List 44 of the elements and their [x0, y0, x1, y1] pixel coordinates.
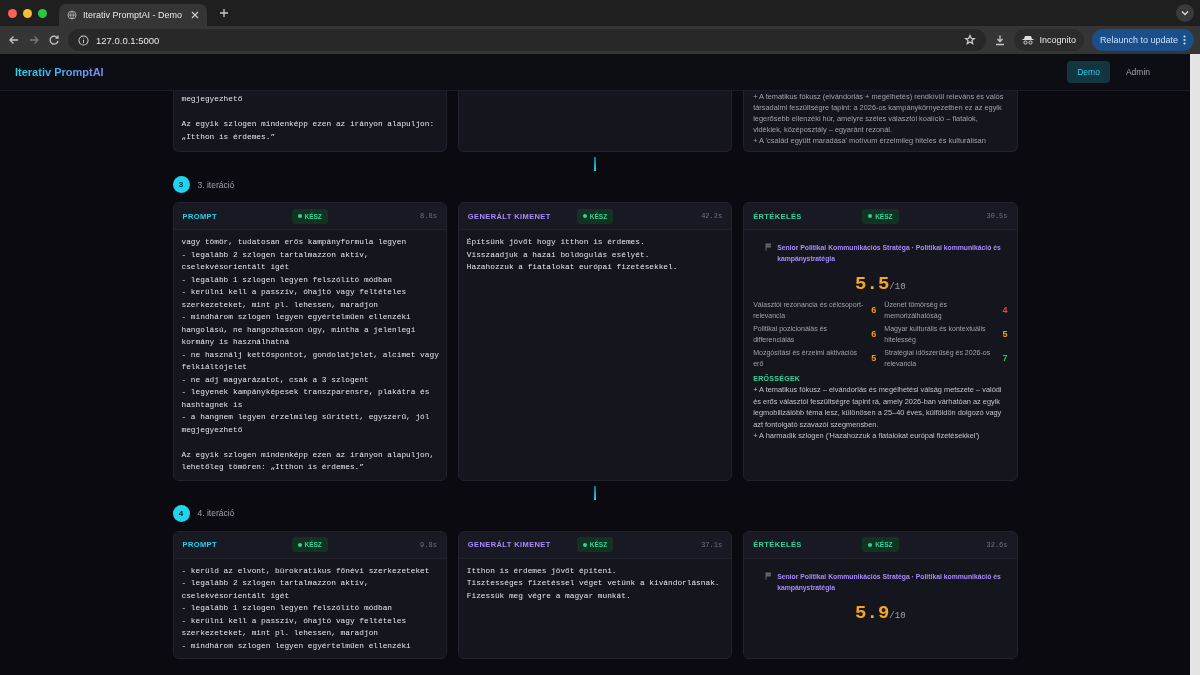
new-tab-icon[interactable]	[219, 8, 229, 18]
criterion-score: 7	[1002, 353, 1008, 364]
back-icon[interactable]	[8, 34, 20, 46]
flag-icon	[765, 571, 774, 580]
minimize-dot[interactable]	[23, 8, 32, 18]
browser-tab[interactable]: Iterativ PromptAI - Demo	[59, 4, 207, 26]
criterion-score: 5	[871, 353, 877, 364]
tab-title: Iterativ PromptAI - Demo	[83, 10, 184, 20]
close-icon[interactable]	[191, 11, 199, 19]
score-value: 5.9	[855, 601, 890, 624]
globe-icon	[67, 10, 77, 20]
score-max: /10	[889, 610, 906, 621]
more-icon	[1183, 35, 1186, 45]
criterion-score: 4	[1002, 305, 1008, 316]
url-text: 127.0.0.1:5000	[96, 34, 161, 46]
connector-line	[594, 157, 596, 171]
forward-icon[interactable]	[28, 34, 40, 46]
flag-icon	[765, 243, 774, 251]
connector-line	[594, 485, 596, 500]
tab-search-button[interactable]	[1176, 4, 1194, 22]
criterion-score: 6	[871, 305, 877, 316]
nav-link[interactable]: Demo	[1067, 61, 1110, 83]
download-icon[interactable]	[994, 34, 1007, 46]
star-icon[interactable]	[964, 34, 977, 46]
chevron-down-icon	[1181, 10, 1189, 16]
iteration-label: 3. iteráció	[197, 179, 235, 190]
scrollbar[interactable]	[1190, 54, 1200, 675]
reload-icon[interactable]	[48, 34, 60, 46]
iteration-label: 4. iteráció	[197, 508, 235, 518]
info-icon[interactable]	[78, 34, 89, 46]
brand-logo[interactable]: Iterativ PromptAI	[15, 66, 104, 78]
relaunch-button[interactable]: Relaunch to update	[1091, 29, 1194, 51]
score-value: 5.5	[855, 273, 890, 295]
iteration-number: 3	[172, 176, 190, 193]
criterion-score: 6	[871, 329, 877, 340]
incognito-chip[interactable]: Incognito	[1014, 29, 1084, 51]
zoom-dot[interactable]	[38, 8, 47, 18]
nav-link[interactable]: Admin	[1115, 61, 1160, 83]
address-bar[interactable]: 127.0.0.1:5000	[68, 29, 987, 51]
iteration-number: 4	[172, 504, 190, 522]
incognito-icon	[1022, 35, 1035, 45]
criterion-score: 5	[1002, 329, 1008, 340]
score-max: /10	[889, 282, 906, 292]
close-dot[interactable]	[8, 8, 17, 18]
